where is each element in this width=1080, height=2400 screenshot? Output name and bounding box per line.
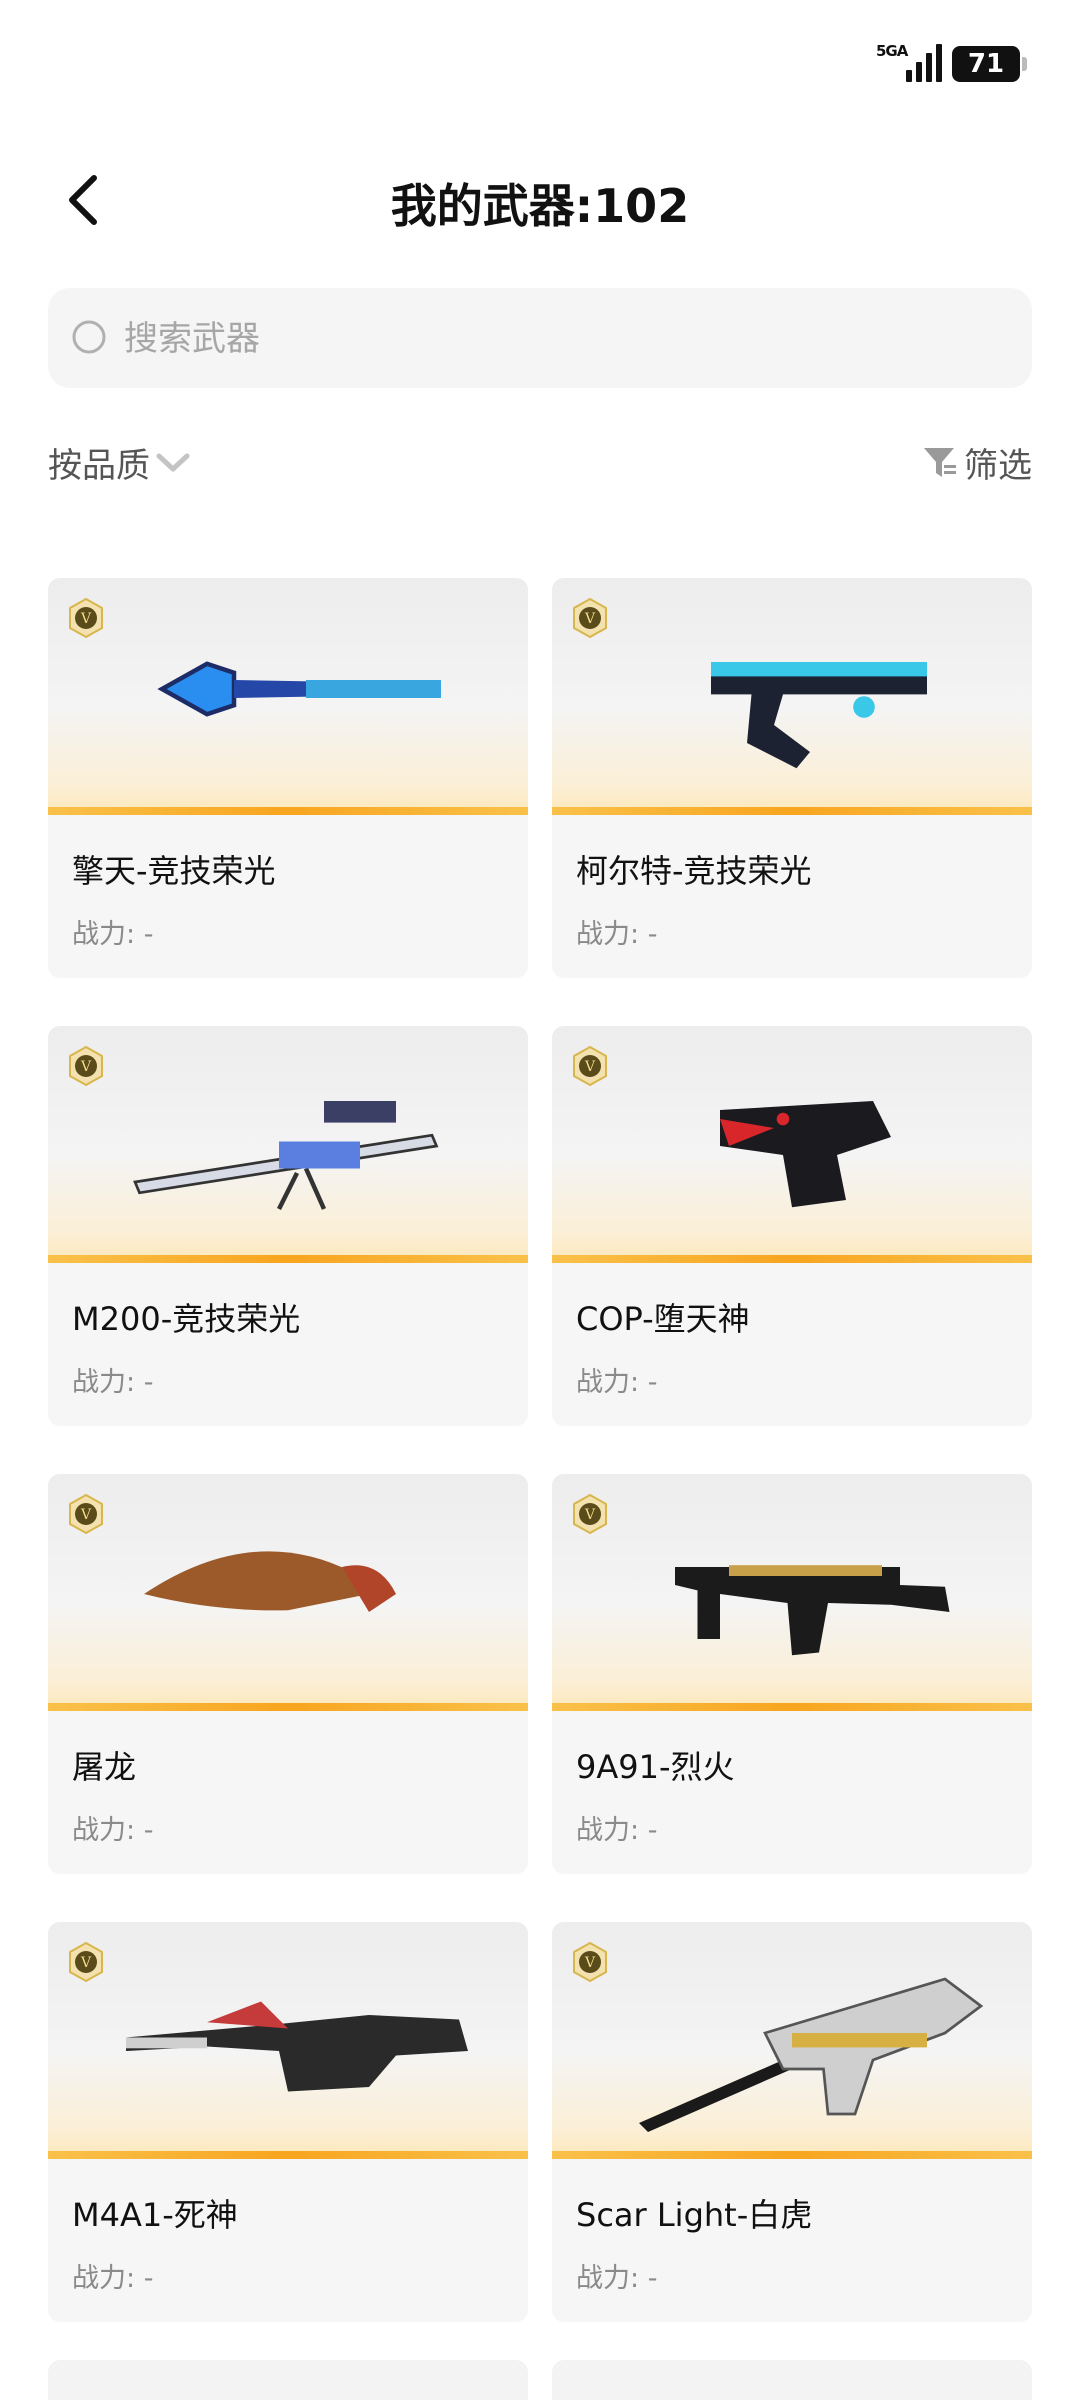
weapon-image bbox=[126, 2001, 468, 2092]
power-label: 战力: bbox=[72, 919, 136, 950]
weapon-name: 柯尔特-竞技荣光 bbox=[576, 852, 812, 890]
weapon-name: M4A1-死神 bbox=[72, 2196, 238, 2234]
power-value: - bbox=[647, 2263, 658, 2294]
weapon-power: 战力: - bbox=[576, 912, 657, 951]
weapon-image bbox=[157, 661, 441, 717]
filter-button[interactable]: 筛选 bbox=[922, 438, 1032, 487]
battery-icon: 71 bbox=[952, 46, 1027, 82]
weapon-image bbox=[675, 1565, 950, 1656]
power-value: - bbox=[143, 2263, 154, 2294]
power-label: 战力: bbox=[72, 1815, 136, 1846]
power-label: 战力: bbox=[576, 1815, 640, 1846]
search-input[interactable] bbox=[122, 312, 1006, 366]
sort-label: 按品质 bbox=[48, 446, 150, 486]
status-bar: 5GA 71 bbox=[0, 0, 1080, 120]
power-label: 战力: bbox=[576, 2263, 640, 2294]
weapon-name: 屠龙 bbox=[72, 1748, 137, 1786]
weapon-card[interactable]: V 屠龙 战力: - bbox=[48, 1474, 528, 1874]
weapon-name: 擎天-竞技荣光 bbox=[72, 852, 276, 890]
weapon-image bbox=[639, 1977, 984, 2132]
weapon-card[interactable]: V 柯尔特-竞技荣光 战力: - bbox=[552, 578, 1032, 978]
page-title: 我的武器:102 bbox=[390, 179, 690, 233]
chevron-down-icon bbox=[156, 453, 190, 471]
power-value: - bbox=[143, 1367, 154, 1398]
weapon-image bbox=[133, 1101, 439, 1211]
weapon-name: 9A91-烈火 bbox=[576, 1748, 735, 1786]
weapon-image-area: V bbox=[552, 1026, 1032, 1263]
weapon-image-area: V bbox=[48, 1474, 528, 1711]
weapon-image bbox=[711, 662, 927, 769]
weapon-image-area: V bbox=[552, 1922, 1032, 2159]
filter-label: 筛选 bbox=[964, 446, 1032, 486]
network-type: 5GA bbox=[876, 42, 908, 60]
power-label: 战力: bbox=[576, 1367, 640, 1398]
weapon-card[interactable]: V M200-竞技荣光 战力: - bbox=[48, 1026, 528, 1426]
weapon-power: 战力: - bbox=[72, 2256, 153, 2295]
weapon-image bbox=[144, 1551, 396, 1612]
power-value: - bbox=[647, 1815, 658, 1846]
weapon-card[interactable]: V 擎天-竞技荣光 战力: - bbox=[48, 578, 528, 978]
weapon-name: Scar Light-白虎 bbox=[576, 2196, 813, 2234]
power-value: - bbox=[143, 919, 154, 950]
weapon-name: M200-竞技荣光 bbox=[72, 1300, 301, 1338]
filter-icon bbox=[924, 447, 956, 477]
weapon-power: 战力: - bbox=[576, 2256, 657, 2295]
sort-dropdown[interactable]: 按品质 bbox=[48, 438, 190, 487]
weapon-power: 战力: - bbox=[72, 1360, 153, 1399]
signal-icon bbox=[906, 42, 944, 82]
power-label: 战力: bbox=[576, 919, 640, 950]
weapon-card[interactable]: V COP-堕天神 战力: - bbox=[552, 1026, 1032, 1426]
weapon-power: 战力: - bbox=[72, 1808, 153, 1847]
weapon-power: 战力: - bbox=[576, 1360, 657, 1399]
power-label: 战力: bbox=[72, 2263, 136, 2294]
weapon-image-area: V bbox=[48, 1922, 528, 2159]
weapon-power: 战力: - bbox=[72, 912, 153, 951]
weapon-name: COP-堕天神 bbox=[576, 1300, 750, 1338]
weapon-image-area: V bbox=[48, 578, 528, 815]
power-value: - bbox=[647, 919, 658, 950]
weapon-card[interactable]: V 9A91-烈火 战力: - bbox=[552, 1474, 1032, 1874]
weapon-card[interactable]: V M4A1-死神 战力: - bbox=[48, 1922, 528, 2322]
weapon-card[interactable]: V Scar Light-白虎 战力: - bbox=[552, 1922, 1032, 2322]
weapon-image-area: V bbox=[552, 578, 1032, 815]
power-label: 战力: bbox=[72, 1367, 136, 1398]
weapon-power: 战力: - bbox=[576, 1808, 657, 1847]
power-value: - bbox=[143, 1815, 154, 1846]
card-partial bbox=[48, 2360, 528, 2400]
card-partial bbox=[552, 2360, 1032, 2400]
power-value: - bbox=[647, 1367, 658, 1398]
weapon-image bbox=[720, 1101, 891, 1208]
weapon-image-area: V bbox=[552, 1474, 1032, 1711]
weapon-image-area: V bbox=[48, 1026, 528, 1263]
search-icon bbox=[72, 320, 106, 354]
search-bar[interactable] bbox=[48, 288, 1032, 388]
